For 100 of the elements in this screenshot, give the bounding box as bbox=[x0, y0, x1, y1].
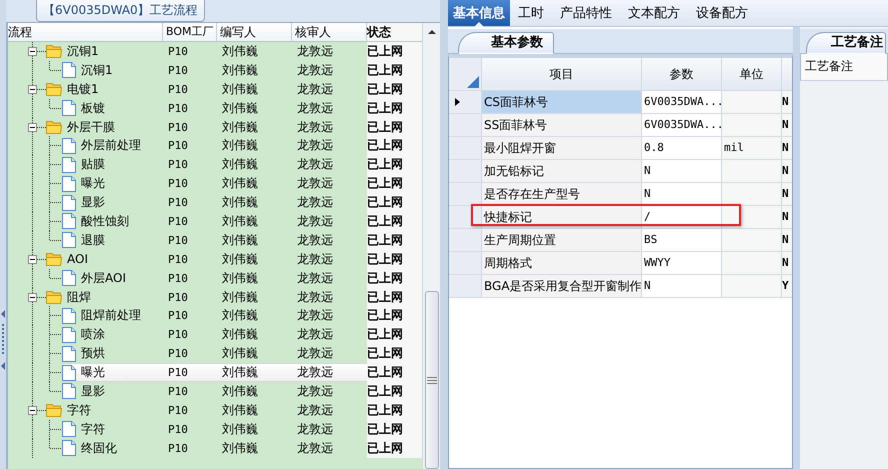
column-header[interactable]: 状态 bbox=[367, 23, 422, 41]
table-cell[interactable] bbox=[722, 229, 782, 251]
tab[interactable]: 文本配方 bbox=[620, 0, 688, 26]
tree-node-label: 显影 bbox=[81, 194, 105, 212]
table-cell[interactable]: 加无铅标记 bbox=[482, 160, 642, 182]
table-cell[interactable] bbox=[722, 160, 782, 182]
table-cell: 已上网 bbox=[367, 268, 422, 288]
table-cell[interactable]: 周期格式 bbox=[482, 252, 642, 274]
collapse-toggle[interactable] bbox=[28, 47, 37, 56]
table-cell: 已上网 bbox=[367, 438, 422, 458]
tree-row[interactable]: AOI P10 刘伟巍 龙敦远 已上网 bbox=[46, 250, 422, 269]
table-cell[interactable]: CS面菲林号 bbox=[482, 91, 642, 113]
row-header[interactable] bbox=[449, 91, 482, 113]
tree-row[interactable]: 板镀 P10 刘伟巍 龙敦远 已上网 bbox=[62, 98, 422, 118]
table-row[interactable]: 生产周期位置 BS N bbox=[449, 229, 792, 252]
table-cell[interactable]: mil bbox=[722, 137, 782, 159]
tree-row[interactable]: 字符 P10 刘伟巍 龙敦远 已上网 bbox=[46, 400, 422, 420]
collapse-toggle[interactable] bbox=[28, 254, 37, 264]
tree-row[interactable]: 外层干膜 P10 刘伟巍 龙敦远 已上网 bbox=[46, 118, 422, 136]
table-cell[interactable] bbox=[722, 114, 782, 136]
tree-node-label: 退膜 bbox=[81, 232, 105, 249]
tree-row[interactable]: 终固化 P10 刘伟巍 龙敦远 已上网 bbox=[62, 438, 422, 458]
tree-row[interactable]: 显影 P10 刘伟巍 龙敦远 已上网 bbox=[62, 382, 422, 401]
table-row[interactable]: BGA是否采用复合型开窗制作 N Y bbox=[449, 275, 792, 298]
table-cell[interactable] bbox=[722, 183, 782, 205]
table-cell[interactable]: N bbox=[642, 160, 722, 182]
table-cell[interactable]: / bbox=[642, 206, 722, 228]
tree-row[interactable]: 外层前处理 P10 刘伟巍 龙敦远 已上网 bbox=[62, 136, 422, 156]
tree-row[interactable]: 字符 P10 刘伟巍 龙敦远 已上网 bbox=[62, 420, 422, 439]
tree-row[interactable]: 预烘 P10 刘伟巍 龙敦远 已上网 bbox=[62, 344, 422, 364]
column-header[interactable]: 单位 bbox=[722, 58, 782, 90]
table-cell[interactable]: 快捷标记 bbox=[482, 206, 642, 228]
table-cell: 已上网 bbox=[367, 118, 422, 136]
table-cell[interactable] bbox=[722, 91, 782, 113]
document-icon bbox=[62, 383, 76, 400]
tree-row[interactable]: 沉铜1 P10 刘伟巍 龙敦远 已上网 bbox=[62, 60, 422, 80]
table-row[interactable]: 是否存在生产型号 N N bbox=[449, 183, 792, 206]
table-cell[interactable]: BGA是否采用复合型开窗制作 bbox=[482, 275, 642, 297]
collapse-toggle[interactable] bbox=[28, 292, 37, 302]
table-cell[interactable]: 生产周期位置 bbox=[482, 229, 642, 251]
splitter[interactable] bbox=[793, 27, 800, 469]
table-cell: 已上网 bbox=[367, 250, 422, 269]
collapse-toggle[interactable] bbox=[28, 122, 37, 132]
table-cell[interactable]: 是否存在生产型号 bbox=[482, 183, 642, 205]
tab[interactable]: 产品特性 bbox=[552, 0, 620, 26]
document-icon bbox=[62, 440, 76, 456]
scrollbar[interactable] bbox=[422, 23, 440, 469]
table-cell[interactable]: 6V0035DWA... bbox=[642, 114, 722, 136]
tree-row[interactable]: 外层AOI P10 刘伟巍 龙敦远 已上网 bbox=[62, 268, 422, 288]
table-cell[interactable]: N bbox=[642, 275, 722, 297]
column-header[interactable]: 流程 bbox=[8, 23, 163, 41]
grip-icon bbox=[426, 376, 436, 384]
table-cell: N bbox=[782, 252, 792, 274]
table-cell[interactable]: N bbox=[642, 183, 722, 205]
tree-row[interactable]: 喷涂 P10 刘伟巍 龙敦远 已上网 bbox=[62, 325, 422, 344]
table-row[interactable]: 加无铅标记 N N bbox=[449, 160, 792, 183]
tree-line bbox=[32, 212, 62, 232]
tree-row[interactable]: 曝光 P10 刘伟巍 龙敦远 已上网 bbox=[62, 174, 422, 194]
table-cell-text: P10 bbox=[167, 422, 189, 438]
column-header[interactable]: 项目 bbox=[482, 58, 642, 90]
folder-icon bbox=[46, 252, 62, 266]
table-row[interactable]: SS面菲林号 6V0035DWA... N bbox=[449, 114, 792, 137]
tree-row[interactable]: 酸性蚀刻 P10 刘伟巍 龙敦远 已上网 bbox=[62, 212, 422, 231]
table-cell[interactable]: 最小阻焊开窗 bbox=[482, 137, 642, 159]
tab[interactable]: 基本信息 bbox=[448, 0, 510, 26]
tree-row[interactable]: 沉铜1 P10 刘伟巍 龙敦远 已上网 bbox=[46, 42, 422, 61]
tree-row[interactable]: 电镀1 P10 刘伟巍 龙敦远 已上网 bbox=[46, 80, 422, 99]
table-cell[interactable]: WWYY bbox=[642, 252, 722, 274]
tree-row[interactable]: 阻焊前处理 P10 刘伟巍 龙敦远 已上网 bbox=[62, 306, 422, 326]
table-cell[interactable]: SS面菲林号 bbox=[482, 114, 642, 136]
tree-row[interactable]: 曝光 P10 刘伟巍 龙敦远 已上网 bbox=[62, 363, 422, 382]
tree-node-label: 阻焊 bbox=[67, 288, 91, 306]
column-header[interactable]: 参数 bbox=[642, 58, 722, 90]
table-cell-text: P10 bbox=[167, 195, 189, 212]
tree-line bbox=[32, 325, 62, 344]
tree-row[interactable]: 退膜 P10 刘伟巍 龙敦远 已上网 bbox=[62, 230, 422, 250]
table-row[interactable]: 最小阻焊开窗 0.8 mil N bbox=[449, 137, 792, 160]
collapse-toggle[interactable] bbox=[28, 84, 37, 94]
table-row[interactable]: 快捷标记 / N bbox=[449, 206, 792, 229]
table-row[interactable]: 周期格式 WWYY N bbox=[449, 252, 792, 275]
table-cell[interactable]: BS bbox=[642, 229, 722, 251]
tree-row[interactable]: 阻焊 P10 刘伟巍 龙敦远 已上网 bbox=[46, 288, 422, 306]
table-cell[interactable] bbox=[722, 275, 782, 297]
tree-row[interactable]: 贴膜 P10 刘伟巍 龙敦远 已上网 bbox=[62, 155, 422, 174]
splitter-grip-icon[interactable] bbox=[0, 310, 6, 370]
tree-node-label: 字符 bbox=[81, 420, 105, 438]
table-cell[interactable] bbox=[722, 206, 782, 228]
collapse-toggle[interactable] bbox=[28, 406, 37, 415]
column-header[interactable]: BOM工厂 bbox=[163, 23, 217, 41]
scrollbar-thumb[interactable] bbox=[424, 291, 438, 469]
table-cell: 已上网 bbox=[367, 344, 422, 364]
table-cell[interactable]: 6V0035DWA... bbox=[642, 91, 722, 113]
tree-row[interactable]: 显影 P10 刘伟巍 龙敦远 已上网 bbox=[62, 193, 422, 212]
table-cell[interactable] bbox=[722, 252, 782, 274]
column-header[interactable]: 编写人 bbox=[217, 23, 292, 41]
table-row[interactable]: CS面菲林号 6V0035DWA... N bbox=[449, 91, 792, 114]
tab[interactable]: 设备配方 bbox=[688, 0, 756, 26]
table-cell[interactable]: 0.8 bbox=[642, 137, 722, 159]
table-cell-text: 龙敦远 bbox=[296, 440, 334, 457]
tab[interactable]: 工时 bbox=[510, 0, 552, 26]
